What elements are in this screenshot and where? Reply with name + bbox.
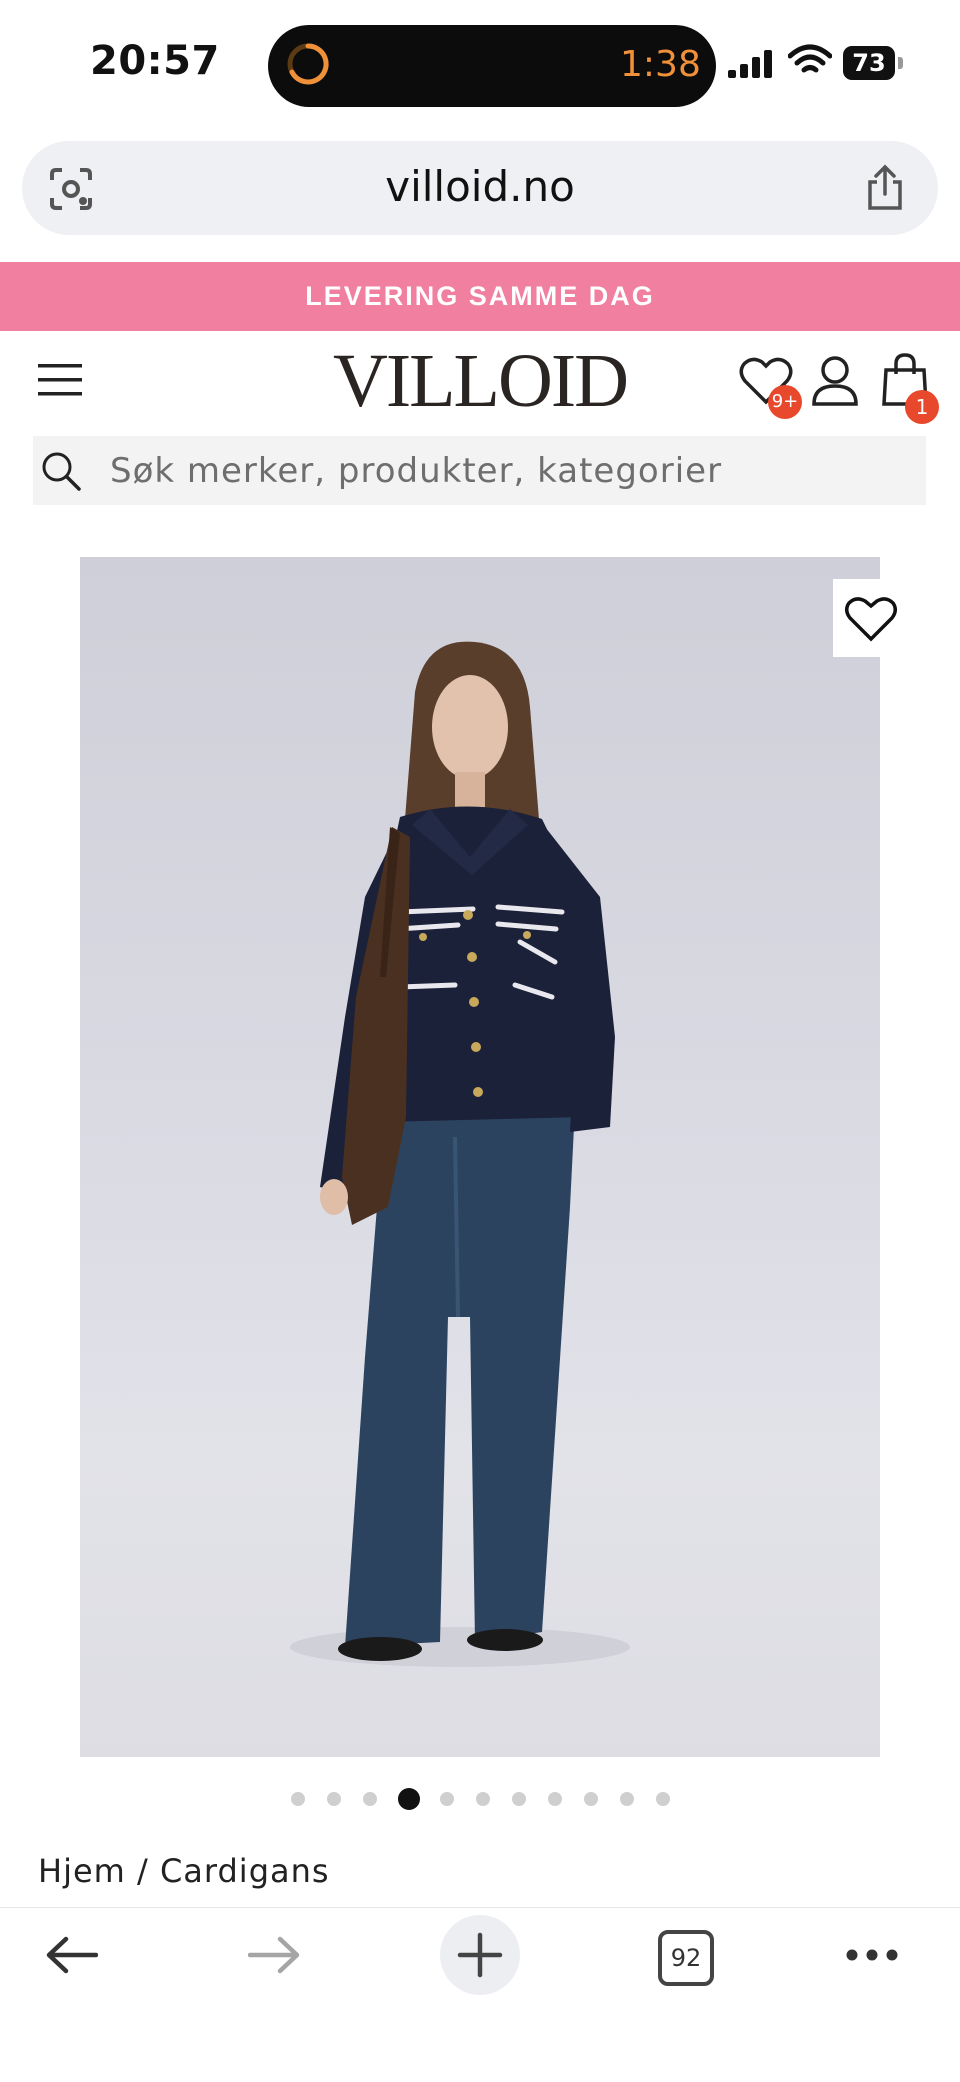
breadcrumb[interactable]: Hjem / Cardigans xyxy=(38,1852,330,1890)
back-arrow-icon[interactable] xyxy=(44,1935,98,1975)
url-text[interactable]: villoid.no xyxy=(0,162,960,211)
new-tab-button[interactable] xyxy=(440,1915,520,1995)
pagination-dot[interactable] xyxy=(476,1792,490,1806)
add-to-wishlist-button[interactable] xyxy=(833,579,909,657)
pagination-dot[interactable] xyxy=(656,1792,670,1806)
plus-icon xyxy=(457,1932,503,1978)
status-time: 20:57 xyxy=(90,38,220,84)
forward-arrow-icon[interactable] xyxy=(248,1935,302,1975)
timer-icon xyxy=(287,43,329,85)
wishlist-badge: 9+ xyxy=(768,385,802,419)
timer-text: 1:38 xyxy=(620,44,701,85)
promo-banner[interactable]: LEVERING SAMME DAG xyxy=(0,262,960,331)
pagination-dot-active[interactable] xyxy=(398,1788,420,1810)
battery-indicator: 73 xyxy=(843,46,895,80)
user-icon[interactable] xyxy=(810,354,860,408)
search-icon xyxy=(42,452,81,491)
product-image[interactable] xyxy=(80,557,880,1757)
share-icon[interactable] xyxy=(864,164,906,212)
pagination-dot[interactable] xyxy=(512,1792,526,1806)
battery-tip xyxy=(898,57,903,69)
wifi-icon xyxy=(788,44,832,73)
pagination-dot[interactable] xyxy=(620,1792,634,1806)
pagination-dot[interactable] xyxy=(291,1792,305,1806)
pagination-dot[interactable] xyxy=(584,1792,598,1806)
pagination-dot[interactable] xyxy=(548,1792,562,1806)
pagination-dot[interactable] xyxy=(440,1792,454,1806)
tabs-icon[interactable]: 92 xyxy=(658,1930,714,1986)
more-icon[interactable] xyxy=(846,1948,898,1962)
image-pagination[interactable] xyxy=(0,1788,960,1810)
pagination-dot[interactable] xyxy=(363,1792,377,1806)
pagination-dot[interactable] xyxy=(327,1792,341,1806)
signal-icon xyxy=(728,50,772,78)
product-photo-illustration xyxy=(290,641,630,1667)
heart-icon xyxy=(845,597,897,642)
cart-badge: 1 xyxy=(905,390,939,424)
search-input[interactable] xyxy=(110,436,890,505)
